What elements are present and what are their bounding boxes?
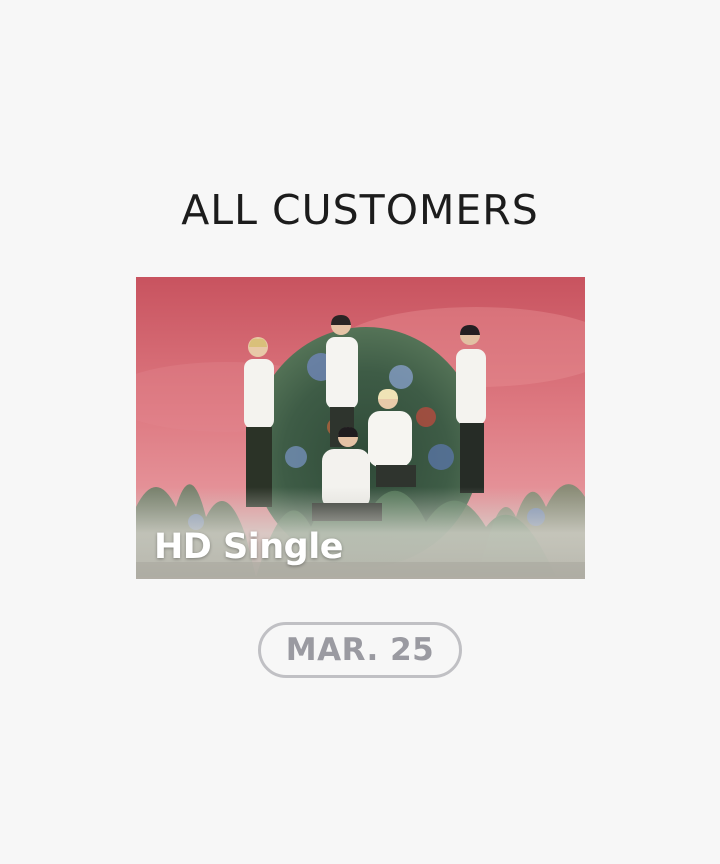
release-date-text: MAR. 25 bbox=[285, 632, 435, 668]
release-date-badge: MAR. 25 bbox=[258, 622, 462, 678]
banner-label: HD Single bbox=[154, 527, 343, 567]
page-title: ALL CUSTOMERS bbox=[181, 186, 539, 234]
hd-single-banner[interactable]: HD Single bbox=[136, 277, 585, 579]
